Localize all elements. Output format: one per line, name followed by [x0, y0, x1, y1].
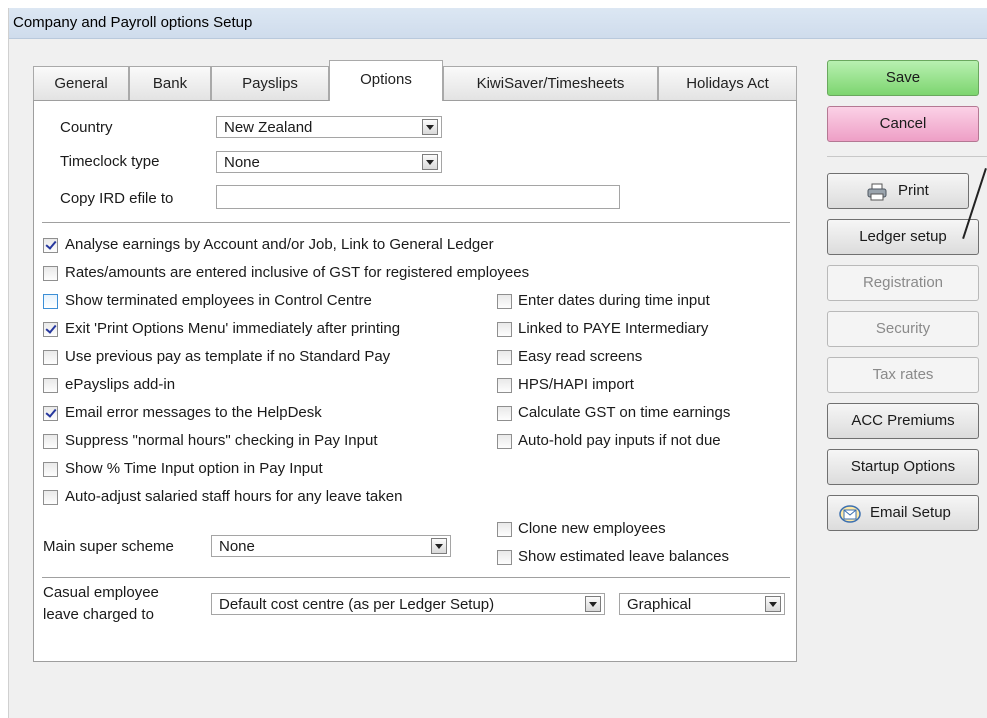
auto-hold-label: Auto-hold pay inputs if not due [518, 432, 721, 449]
auto-adjust-salaried-label: Auto-adjust salaried staff hours for any… [65, 488, 403, 505]
super-scheme-value: None [219, 538, 255, 555]
tab-kiwisaver-timesheets[interactable]: KiwiSaver/Timesheets [443, 66, 658, 100]
casual-leave-mode-select[interactable]: Graphical [619, 593, 785, 615]
exit-print-menu-checkbox[interactable] [43, 322, 58, 337]
calculate-gst-checkbox[interactable] [497, 406, 512, 421]
cancel-button[interactable]: Cancel [827, 106, 979, 142]
country-select[interactable]: New Zealand [216, 116, 442, 138]
casual-leave-label-line1: Casual employee [43, 584, 159, 601]
dropdown-arrow-icon[interactable] [431, 538, 447, 554]
registration-button-label: Registration [862, 274, 944, 291]
suppress-normal-hours-checkbox[interactable] [43, 434, 58, 449]
printer-icon [866, 183, 888, 201]
envelope-icon [839, 505, 861, 523]
divider [42, 577, 790, 578]
ird-efile-label: Copy IRD efile to [60, 190, 174, 207]
casual-leave-select[interactable]: Default cost centre (as per Ledger Setup… [211, 593, 605, 615]
easy-read-checkbox[interactable] [497, 350, 512, 365]
email-setup-button[interactable]: Email Setup [827, 495, 979, 531]
easy-read-label: Easy read screens [518, 348, 643, 365]
tax-rates-button-label: Tax rates [872, 366, 934, 383]
hps-hapi-label: HPS/HAPI import [518, 376, 634, 393]
enter-dates-label: Enter dates during time input [518, 292, 710, 309]
country-value: New Zealand [224, 119, 313, 136]
divider [42, 222, 790, 223]
email-setup-button-label: Email Setup [870, 504, 951, 521]
print-button[interactable]: Print [827, 173, 969, 209]
previous-pay-template-label: Use previous pay as template if no Stand… [65, 348, 391, 365]
tab-options[interactable]: Options [329, 60, 443, 101]
hps-hapi-checkbox[interactable] [497, 378, 512, 393]
ledger-setup-button[interactable]: Ledger setup [827, 219, 979, 255]
acc-premiums-button-label: ACC Premiums [851, 412, 955, 429]
casual-leave-value: Default cost centre (as per Ledger Setup… [219, 596, 495, 613]
country-label: Country [60, 119, 113, 136]
cancel-button-label: Cancel [879, 115, 927, 132]
security-button-label: Security [875, 320, 931, 337]
dropdown-arrow-icon[interactable] [585, 596, 601, 612]
paye-intermediary-checkbox[interactable] [497, 322, 512, 337]
button-separator [827, 156, 987, 157]
analyse-earnings-checkbox[interactable] [43, 238, 58, 253]
ledger-setup-button-label: Ledger setup [859, 228, 947, 245]
epayslips-checkbox[interactable] [43, 378, 58, 393]
tax-rates-button[interactable]: Tax rates [827, 357, 979, 393]
casual-leave-label-line2: leave charged to [43, 606, 154, 623]
tab-bank[interactable]: Bank [129, 66, 211, 100]
clone-employees-label: Clone new employees [518, 520, 666, 537]
save-button-label: Save [885, 69, 921, 86]
timeclock-label: Timeclock type [60, 153, 160, 170]
clone-employees-checkbox[interactable] [497, 522, 512, 537]
gst-inclusive-label: Rates/amounts are entered inclusive of G… [65, 264, 530, 281]
auto-adjust-salaried-checkbox[interactable] [43, 490, 58, 505]
auto-hold-checkbox[interactable] [497, 434, 512, 449]
exit-print-menu-label: Exit 'Print Options Menu' immediately af… [65, 320, 401, 337]
estimated-leave-label: Show estimated leave balances [518, 548, 729, 565]
calculate-gst-label: Calculate GST on time earnings [518, 404, 731, 421]
tab-holidays-act[interactable]: Holidays Act [658, 66, 797, 100]
save-button[interactable]: Save [827, 60, 979, 96]
tab-payslips[interactable]: Payslips [211, 66, 329, 100]
gst-inclusive-checkbox[interactable] [43, 266, 58, 281]
registration-button[interactable]: Registration [827, 265, 979, 301]
dropdown-arrow-icon[interactable] [422, 154, 438, 170]
acc-premiums-button[interactable]: ACC Premiums [827, 403, 979, 439]
show-percent-time-label: Show % Time Input option in Pay Input [65, 460, 323, 477]
print-button-label: Print [898, 182, 929, 199]
email-errors-checkbox[interactable] [43, 406, 58, 421]
ird-efile-input[interactable] [216, 185, 620, 209]
paye-intermediary-label: Linked to PAYE Intermediary [518, 320, 709, 337]
enter-dates-checkbox[interactable] [497, 294, 512, 309]
title-bar: Company and Payroll options Setup [9, 8, 987, 39]
show-terminated-label: Show terminated employees in Control Cen… [65, 292, 372, 309]
show-terminated-checkbox[interactable] [43, 294, 58, 309]
epayslips-label: ePayslips add-in [65, 376, 176, 393]
analyse-earnings-label: Analyse earnings by Account and/or Job, … [65, 236, 494, 253]
super-scheme-label: Main super scheme [43, 538, 174, 555]
previous-pay-template-checkbox[interactable] [43, 350, 58, 365]
window-title: Company and Payroll options Setup [13, 14, 253, 31]
email-errors-label: Email error messages to the HelpDesk [65, 404, 322, 421]
casual-leave-mode-value: Graphical [627, 596, 692, 613]
estimated-leave-checkbox[interactable] [497, 550, 512, 565]
dropdown-arrow-icon[interactable] [765, 596, 781, 612]
show-percent-time-checkbox[interactable] [43, 462, 58, 477]
dropdown-arrow-icon[interactable] [422, 119, 438, 135]
startup-options-button[interactable]: Startup Options [827, 449, 979, 485]
timeclock-select[interactable]: None [216, 151, 442, 173]
timeclock-value: None [224, 154, 260, 171]
options-panel: Country New Zealand Timeclock type None … [33, 100, 797, 662]
suppress-normal-hours-label: Suppress "normal hours" checking in Pay … [65, 432, 378, 449]
startup-options-button-label: Startup Options [850, 458, 956, 475]
super-scheme-select[interactable]: None [211, 535, 451, 557]
tab-general[interactable]: General [33, 66, 129, 100]
security-button[interactable]: Security [827, 311, 979, 347]
